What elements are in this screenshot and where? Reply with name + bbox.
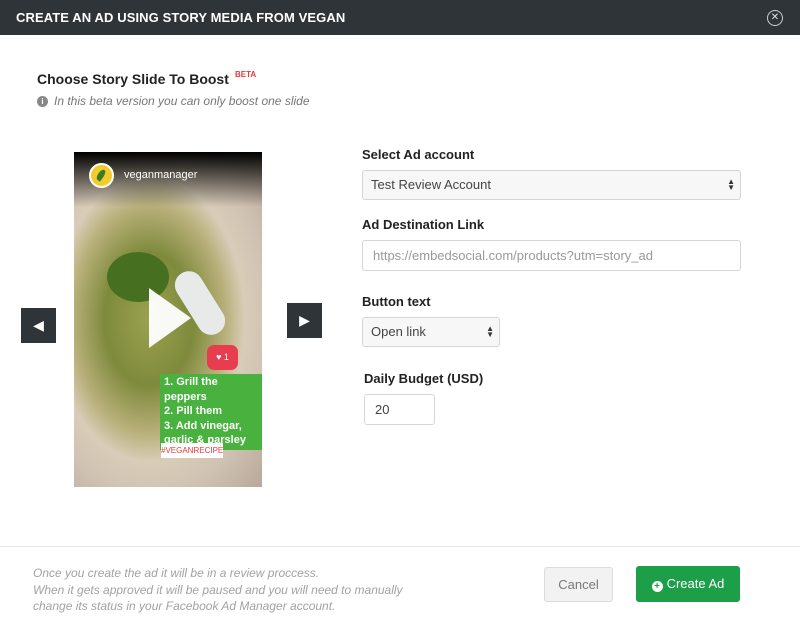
like-count: 1 bbox=[223, 352, 229, 362]
recipe-line: 2. Pill them bbox=[164, 405, 223, 417]
review-notice: Once you create the ad it will be in a r… bbox=[33, 565, 453, 615]
create-ad-modal: CREATE AN AD USING STORY MEDIA FROM VEGA… bbox=[0, 0, 800, 641]
cancel-button[interactable]: Cancel bbox=[544, 567, 613, 602]
section-title: Choose Story Slide To Boost bbox=[37, 71, 229, 87]
modal-header: CREATE AN AD USING STORY MEDIA FROM VEGA… bbox=[0, 0, 800, 35]
select-caret-icon: ▲ ▼ bbox=[486, 324, 494, 339]
next-slide-button[interactable]: ▶ bbox=[287, 303, 322, 338]
arrow-left-icon: ◀ bbox=[33, 317, 44, 333]
ad-account-label: Select Ad account bbox=[362, 147, 475, 162]
story-username: veganmanager bbox=[124, 169, 198, 181]
close-icon[interactable]: ✕ bbox=[767, 10, 783, 26]
review-notice-line: change its status in your Facebook Ad Ma… bbox=[33, 599, 336, 613]
recipe-sticker: 1. Grill the peppers 2. Pill them 3. Add… bbox=[160, 374, 262, 450]
plus-circle-icon: + bbox=[651, 581, 663, 592]
heart-icon: ♥ 1 bbox=[207, 345, 238, 370]
footer-divider bbox=[0, 546, 800, 547]
review-notice-line: When it gets approved it will be paused … bbox=[33, 582, 403, 597]
beta-badge: BETA bbox=[235, 70, 257, 79]
recipe-line: 3. Add vinegar, bbox=[164, 419, 242, 432]
story-avatar bbox=[89, 163, 114, 188]
beta-note-text: In this beta version you can only boost … bbox=[54, 94, 310, 108]
button-text-value: Open link bbox=[371, 324, 426, 339]
button-text-label: Button text bbox=[362, 294, 431, 309]
select-caret-icon: ▲ ▼ bbox=[727, 177, 735, 192]
ad-account-select[interactable]: Test Review Account ▲ ▼ bbox=[362, 170, 741, 200]
destination-link-input[interactable] bbox=[362, 240, 741, 271]
info-icon: i bbox=[37, 95, 48, 107]
daily-budget-input[interactable] bbox=[364, 394, 435, 425]
button-text-select[interactable]: Open link ▲ ▼ bbox=[362, 317, 500, 347]
beta-note: i In this beta version you can only boos… bbox=[37, 94, 310, 108]
review-notice-line: Once you create the ad it will be in a r… bbox=[33, 566, 320, 580]
play-icon[interactable] bbox=[149, 288, 191, 348]
create-ad-label: Create Ad bbox=[666, 576, 725, 591]
previous-slide-button[interactable]: ◀ bbox=[21, 308, 56, 343]
arrow-right-icon: ▶ bbox=[299, 312, 310, 328]
create-ad-button[interactable]: + Create Ad bbox=[636, 566, 740, 602]
daily-budget-label: Daily Budget (USD) bbox=[364, 371, 484, 386]
destination-label: Ad Destination Link bbox=[362, 217, 485, 232]
modal-title: CREATE AN AD USING STORY MEDIA FROM VEGA… bbox=[16, 10, 346, 25]
hashtag-sticker: #VEGANRECIPE bbox=[161, 443, 223, 458]
recipe-line: 1. Grill the peppers bbox=[164, 376, 218, 403]
story-slide-preview[interactable]: veganmanager ♥ 1 1. Grill the peppers 2.… bbox=[74, 152, 262, 487]
ad-account-value: Test Review Account bbox=[371, 177, 491, 192]
